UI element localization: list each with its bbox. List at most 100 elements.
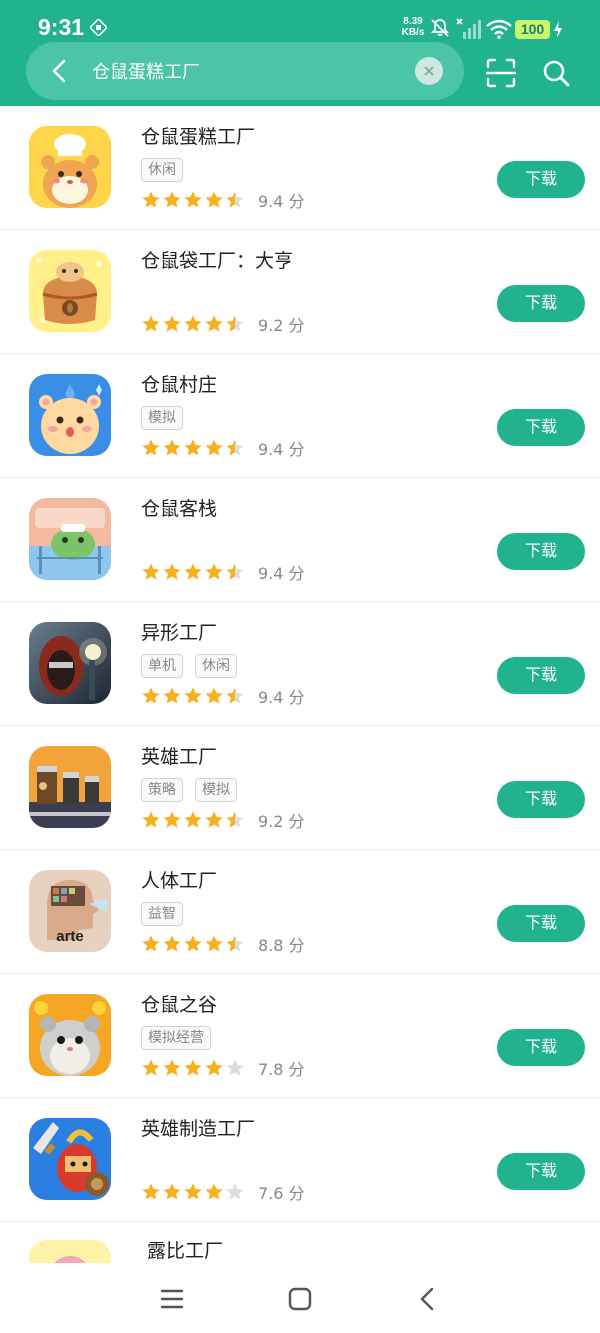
app-tags: 单机 休闲 — [141, 654, 237, 678]
list-item[interactable]: 仓鼠袋工厂：大亨 9.2 分 下载 — [0, 230, 600, 354]
app-score: 7.6 分 — [258, 1184, 305, 1203]
app-name: 仓鼠客栈 — [141, 498, 218, 520]
app-name: 露比工厂 — [147, 1240, 224, 1262]
app-icon-brand-text: arte — [56, 928, 84, 945]
sim-icon — [90, 19, 107, 36]
search-results-list: 仓鼠蛋糕工厂 休闲 9.4 分 下载 仓鼠袋工厂：大亨 9.2 分 下载 仓鼠村… — [0, 106, 600, 1263]
app-score: 9.4 分 — [258, 688, 305, 707]
rating-star-icon — [142, 1059, 160, 1076]
back-icon[interactable] — [46, 57, 74, 85]
app-icon-hamster-inn — [29, 498, 111, 580]
app-tag: 策略 — [141, 778, 183, 802]
list-item[interactable]: 仓鼠村庄 模拟 9.4 分 下载 — [0, 354, 600, 478]
download-button[interactable]: 下载 — [497, 657, 585, 694]
download-button[interactable]: 下载 — [497, 905, 585, 942]
list-item[interactable]: 露比工厂 — [0, 1222, 600, 1263]
rating-star-icon — [205, 935, 223, 952]
app-tag: 益智 — [141, 902, 183, 926]
rating-star-icon — [226, 811, 244, 828]
rating-star-icon — [163, 439, 181, 456]
rating-star-icon — [226, 935, 244, 952]
rating-star-icon — [142, 811, 160, 828]
rating-star-icon — [184, 1183, 202, 1200]
app-name: 仓鼠村庄 — [141, 374, 218, 396]
app-tags: 益智 — [141, 902, 183, 926]
rating-star-icon — [205, 1059, 223, 1076]
app-name: 英雄工厂 — [141, 746, 218, 768]
back-nav-icon[interactable] — [412, 1283, 444, 1315]
rating-row: 9.2 分 — [141, 809, 305, 831]
menu-icon[interactable] — [156, 1283, 188, 1315]
rating-row: 9.2 分 — [141, 313, 305, 335]
app-tags: 模拟 — [141, 406, 183, 430]
rating-star-icon — [163, 1183, 181, 1200]
system-nav-bar — [0, 1263, 600, 1333]
app-score: 9.4 分 — [258, 192, 305, 211]
app-name: 仓鼠之谷 — [141, 994, 218, 1016]
mute-icon — [430, 19, 450, 37]
rating-star-icon — [205, 439, 223, 456]
rating-star-icon — [142, 439, 160, 456]
app-icon-hero-factory — [29, 746, 111, 828]
rating-row: 7.6 分 — [141, 1181, 305, 1203]
download-button[interactable]: 下载 — [497, 161, 585, 198]
rating-star-icon — [226, 315, 244, 332]
rating-star-icon — [142, 191, 160, 208]
rating-star-icon — [226, 439, 244, 456]
search-input[interactable] — [92, 42, 412, 100]
rating-star-icon — [163, 935, 181, 952]
app-header: 9:31 8.39 KB/s 100 — [0, 0, 600, 106]
list-item[interactable]: 异形工厂 单机 休闲 9.4 分 下载 — [0, 602, 600, 726]
rating-star-icon — [184, 935, 202, 952]
download-button[interactable]: 下载 — [497, 285, 585, 322]
rating-row: 9.4 分 — [141, 561, 305, 583]
app-icon-hero-maker — [29, 1118, 111, 1200]
rating-star-icon — [205, 563, 223, 580]
rating-star-icon — [163, 563, 181, 580]
rating-row: 9.4 分 — [141, 437, 305, 459]
clear-search-button[interactable] — [415, 57, 443, 85]
rating-row: 9.4 分 — [141, 189, 305, 211]
home-icon[interactable] — [284, 1283, 316, 1315]
list-item[interactable]: 仓鼠蛋糕工厂 休闲 9.4 分 下载 — [0, 106, 600, 230]
search-icon[interactable] — [542, 59, 570, 87]
app-tags: 模拟经营 — [141, 1026, 211, 1050]
wifi-icon — [486, 19, 512, 39]
app-score: 9.4 分 — [258, 564, 305, 583]
list-item[interactable]: 仓鼠之谷 模拟经营 7.8 分 下载 — [0, 974, 600, 1098]
rating-row: 8.8 分 — [141, 933, 305, 955]
app-icon-alien-factory — [29, 622, 111, 704]
download-button[interactable]: 下载 — [497, 781, 585, 818]
app-name: 仓鼠袋工厂：大亨 — [141, 250, 294, 272]
list-item[interactable]: 仓鼠客栈 9.4 分 下载 — [0, 478, 600, 602]
rating-star-icon — [163, 811, 181, 828]
search-bar — [26, 42, 464, 100]
rating-star-icon — [184, 811, 202, 828]
rating-star-icon — [142, 935, 160, 952]
scan-icon[interactable] — [486, 58, 516, 88]
list-item[interactable]: 英雄工厂 策略 模拟 9.2 分 下载 — [0, 726, 600, 850]
rating-star-icon — [205, 687, 223, 704]
list-item[interactable]: arte 人体工厂 益智 8.8 分 下载 — [0, 850, 600, 974]
rating-star-icon — [163, 315, 181, 332]
app-tag: 休闲 — [195, 654, 237, 678]
download-button[interactable]: 下载 — [497, 409, 585, 446]
download-button[interactable]: 下载 — [497, 533, 585, 570]
app-tag: 模拟 — [195, 778, 237, 802]
rating-star-icon — [184, 687, 202, 704]
app-tags: 策略 模拟 — [141, 778, 237, 802]
app-icon-hamster-bag — [29, 250, 111, 332]
app-score: 9.4 分 — [258, 440, 305, 459]
download-button[interactable]: 下载 — [497, 1153, 585, 1190]
download-button[interactable]: 下载 — [497, 1029, 585, 1066]
app-icon-hamster-cake — [29, 126, 111, 208]
app-icon-hamster-village — [29, 374, 111, 456]
app-name: 人体工厂 — [141, 870, 218, 892]
rating-star-icon — [142, 1183, 160, 1200]
rating-star-icon — [142, 315, 160, 332]
status-time: 9:31 — [38, 14, 85, 40]
rating-star-icon — [205, 191, 223, 208]
rating-star-icon — [163, 191, 181, 208]
list-item[interactable]: 英雄制造工厂 7.6 分 下载 — [0, 1098, 600, 1222]
rating-star-icon — [184, 1059, 202, 1076]
